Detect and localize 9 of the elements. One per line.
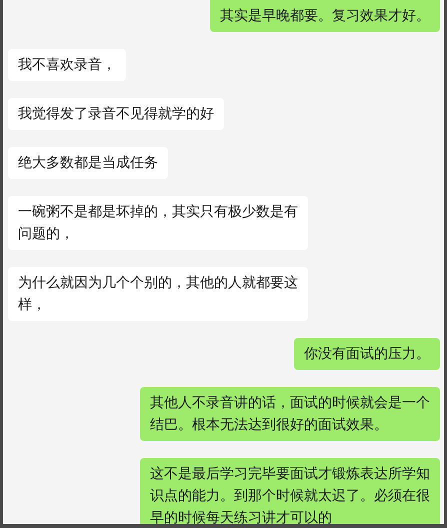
sent-message: 其他人不录音讲的话，面试的时候就会是一个结巴。根本无法达到很好的面试效果。 [140, 387, 440, 441]
received-message: 为什么就因为几个个别的，其他的人就都要这样， [8, 267, 308, 321]
sent-message: 你没有面试的压力。 [294, 338, 440, 370]
received-message: 一碗粥不是都是坏掉的，其实只有极少数是有问题的， [8, 196, 308, 250]
received-message: 我觉得发了录音不见得就学的好 [8, 98, 224, 130]
received-message: 绝大多数都是当成任务 [8, 147, 168, 179]
received-message: 我不喜欢录音， [8, 49, 126, 81]
sent-message: 这不是最后学习完毕要面试才锻炼表达所学知识点的能力。到那个时候就太迟了。必须在很早的时候每天练习讲才可以的 [140, 458, 440, 524]
sent-message: 其实是早晚都要。复习效果才好。 [210, 0, 440, 32]
